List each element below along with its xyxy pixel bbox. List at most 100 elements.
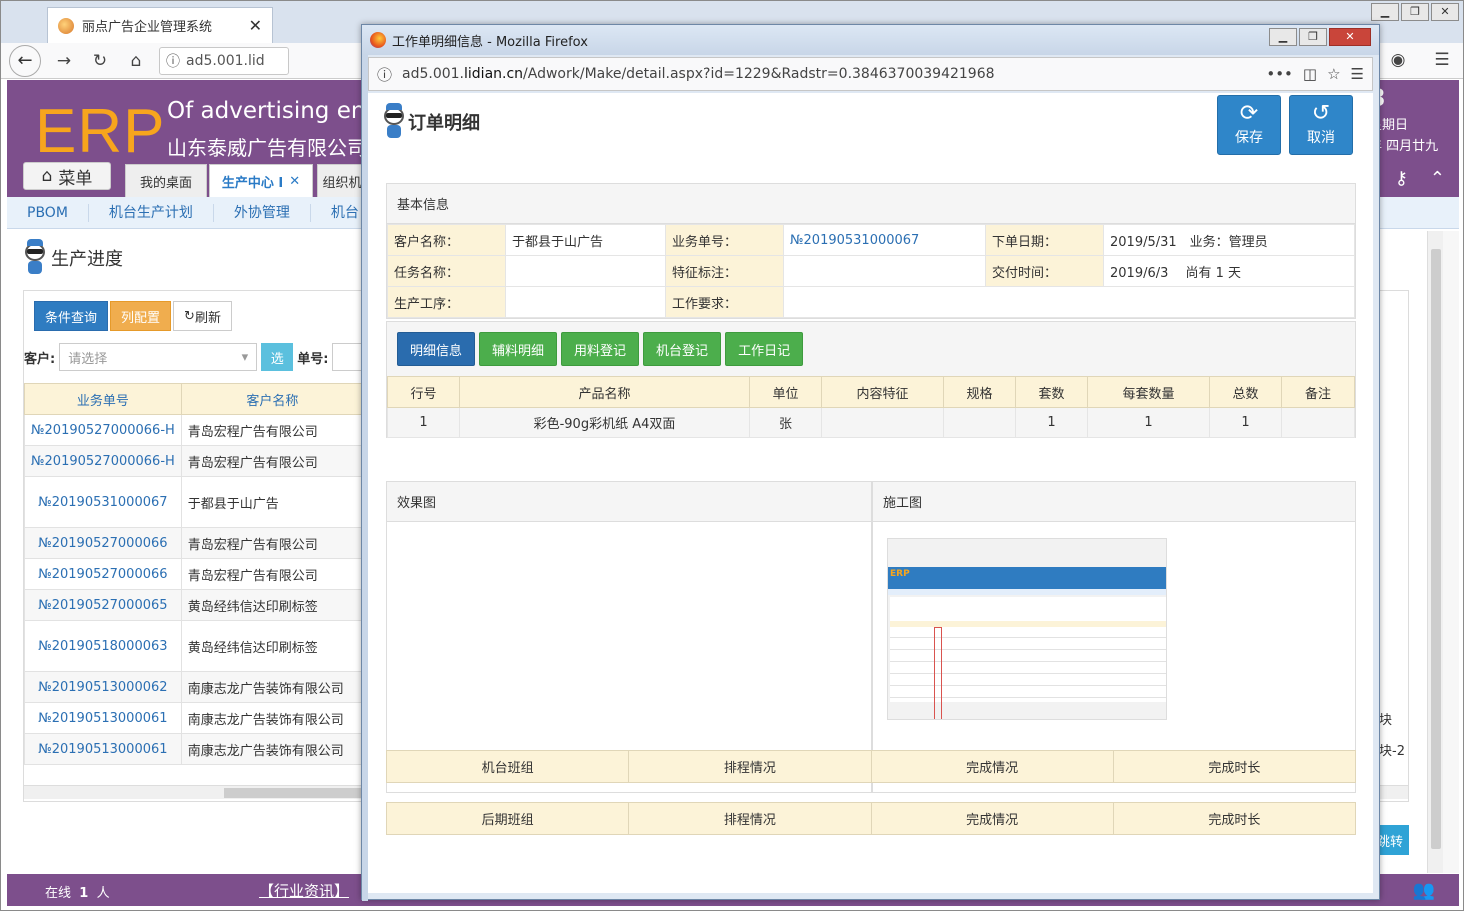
column-header: 内容特征: [821, 376, 944, 408]
scrollbar-thumb[interactable]: [224, 788, 374, 798]
customer-select[interactable]: 请选择 ▾: [59, 343, 258, 371]
column-header: 总数: [1209, 376, 1282, 408]
save-button[interactable]: ⟳ 保存: [1217, 95, 1281, 155]
chevron-down-icon: ▾: [241, 349, 249, 365]
basic-info-table: 客户名称： 于都县于山广告 业务单号： №20190531000067 下单日期…: [387, 224, 1355, 318]
total-cell: 1: [1209, 407, 1282, 438]
table-row[interactable]: №20190527000066 青岛宏程广告有限公司: [24, 527, 365, 559]
more-actions-icon[interactable]: •••: [1266, 65, 1293, 83]
collapse-icon[interactable]: ⌃: [1430, 168, 1445, 189]
column-header: 机台班组: [385, 750, 630, 783]
undo-icon: ↺: [1311, 101, 1331, 126]
column-header: 每套数量: [1087, 376, 1210, 408]
column-config-button[interactable]: 列配置: [110, 301, 172, 331]
date-weekday: 星期日: [1369, 118, 1409, 133]
key-icon[interactable]: ⚷: [1395, 168, 1408, 189]
page-scrollbar[interactable]: [1443, 231, 1459, 873]
subnav-outsourcing[interactable]: 外协管理: [214, 203, 311, 222]
order-number-link[interactable]: №20190513000061: [24, 733, 182, 765]
subnav-machine-plan[interactable]: 机台生产计划: [89, 203, 214, 222]
users-icon[interactable]: 👥: [1413, 880, 1435, 901]
browser-tab[interactable]: 丽点广告企业管理系统 ✕: [47, 7, 273, 43]
order-number-link[interactable]: №20190527000066: [24, 527, 182, 559]
tab-close-icon[interactable]: ✕: [289, 174, 300, 189]
info-icon[interactable]: ⓘ: [377, 64, 392, 85]
order-value[interactable]: №20190531000067: [783, 224, 986, 256]
info-icon[interactable]: ⓘ: [166, 51, 180, 71]
account-icon[interactable]: ◉: [1385, 47, 1411, 73]
table-row[interactable]: №20190513000062 南康志龙广告装饰有限公司: [24, 671, 365, 703]
table-row[interactable]: №20190527000066 青岛宏程广告有限公司: [24, 558, 365, 590]
table-row[interactable]: №20190531000067 于都县于山广告: [24, 476, 365, 528]
back-arrow-icon[interactable]: ←: [9, 44, 41, 77]
order-number-link[interactable]: №20190531000067: [24, 476, 182, 528]
order-number-link[interactable]: №20190527000066: [24, 558, 182, 590]
close-icon[interactable]: ✕: [1431, 3, 1459, 21]
reload-icon[interactable]: ↻: [87, 48, 113, 74]
task-label: 任务名称：: [387, 255, 506, 287]
tab-my-desktop[interactable]: 我的桌面: [125, 164, 207, 197]
order-number-link[interactable]: №20190513000061: [24, 702, 182, 734]
table-row[interactable]: №20190513000061 南康志龙广告装饰有限公司: [24, 733, 365, 765]
order-label: 业务单号：: [665, 224, 784, 256]
forward-arrow-icon[interactable]: →: [51, 48, 77, 74]
refresh-button[interactable]: ↻ 刷新: [173, 301, 232, 331]
hamburger-menu-icon[interactable]: ☰: [1351, 65, 1364, 83]
tab-material-register[interactable]: 用料登记: [561, 332, 640, 366]
tab-production-center[interactable]: 生产中心 I ✕: [209, 164, 313, 197]
column-header: 规格: [943, 376, 1016, 408]
favicon-icon: [58, 17, 74, 34]
table-row[interactable]: №20190527000066-H 青岛宏程广告有限公司: [24, 445, 365, 477]
erp-title-en: Of advertising ente: [167, 98, 389, 124]
erp-title-cn: 山东泰威广告有限公司: [167, 136, 367, 160]
tab-organization[interactable]: 组织机: [317, 164, 367, 197]
pocket-icon[interactable]: ◫: [1303, 65, 1317, 83]
table-row[interactable]: 1 彩色-90g彩机纸 A4双面 张 1 1 1: [387, 407, 1355, 438]
column-header: 备注: [1281, 376, 1355, 408]
order-number-link[interactable]: №20190518000063: [24, 620, 182, 672]
erp-logo: ERP: [35, 97, 166, 166]
tab-label: 组织机: [322, 175, 362, 191]
news-link[interactable]: 【行业资讯】: [259, 880, 349, 901]
table-row[interactable]: №20190513000061 南康志龙广告装饰有限公司: [24, 702, 365, 734]
tab-detail-info[interactable]: 明细信息: [397, 332, 476, 366]
order-number-link[interactable]: №20190527000065: [24, 589, 182, 621]
minimize-icon[interactable]: ▁: [1269, 28, 1297, 46]
table-row[interactable]: №20190527000066-H 青岛宏程广告有限公司: [24, 414, 365, 446]
maximize-icon[interactable]: ❐: [1401, 3, 1429, 21]
filter-row: 客户: 请选择 ▾ 选 单号:: [24, 343, 373, 371]
column-header[interactable]: 业务单号: [24, 383, 182, 415]
close-icon[interactable]: ✕: [1329, 28, 1371, 46]
sync-icon: ⟳: [1239, 101, 1259, 126]
minimize-icon[interactable]: ▁: [1371, 3, 1399, 21]
vertical-scrollbar[interactable]: [1427, 231, 1443, 873]
order-number-link[interactable]: №20190513000062: [24, 671, 182, 703]
subnav-pbom[interactable]: PBOM: [7, 203, 89, 222]
scrollbar-thumb[interactable]: [1431, 249, 1441, 849]
column-header[interactable]: 客户名称: [180, 383, 365, 415]
customer-placeholder: 请选择: [68, 351, 108, 367]
popup-address-bar[interactable]: ⓘ ad5.001.lidian.cn/Adwork/Make/detail.a…: [368, 57, 1373, 91]
tab-accessory-detail[interactable]: 辅料明细: [479, 332, 558, 366]
maximize-icon[interactable]: ❐: [1299, 28, 1327, 46]
table-row[interactable]: №20190518000063 黄岛经纬信达印刷标签: [24, 620, 365, 672]
order-number-link[interactable]: №20190527000066-H: [24, 445, 182, 477]
menu-button[interactable]: ⌂ 菜单: [23, 162, 111, 190]
order-number-link[interactable]: №20190527000066-H: [24, 414, 182, 446]
cancel-button[interactable]: ↺ 取消: [1289, 95, 1353, 155]
tab-close-icon[interactable]: ✕: [249, 16, 262, 35]
home-icon[interactable]: ⌂: [123, 48, 149, 74]
construction-thumbnail[interactable]: ERP: [887, 538, 1167, 720]
query-button[interactable]: 条件查询: [34, 301, 109, 331]
tab-work-diary[interactable]: 工作日记: [725, 332, 804, 366]
column-header: 完成时长: [1112, 750, 1357, 783]
tab-machine-register[interactable]: 机台登记: [643, 332, 722, 366]
column-header: 完成时长: [1112, 802, 1357, 835]
select-button[interactable]: 选: [261, 343, 294, 371]
table-row[interactable]: №20190527000065 黄岛经纬信达印刷标签: [24, 589, 365, 621]
bookmark-star-icon[interactable]: ☆: [1327, 65, 1340, 83]
column-header: 产品名称: [459, 376, 750, 408]
machine-group-table: 机台班组 排程情况 完成情况 完成时长: [385, 750, 1357, 783]
hamburger-menu-icon[interactable]: ☰: [1429, 47, 1455, 73]
address-bar[interactable]: ⓘ ad5.001.lid: [159, 46, 289, 75]
